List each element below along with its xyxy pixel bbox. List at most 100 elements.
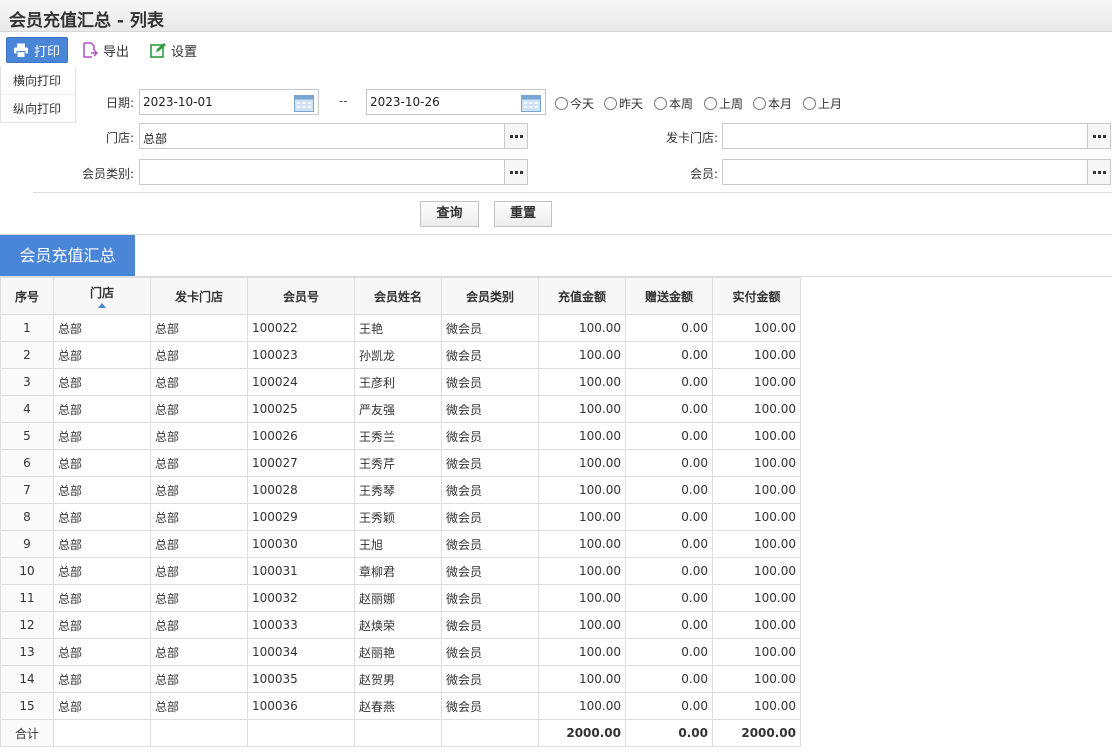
ellipsis-icon[interactable] (1087, 124, 1110, 148)
query-button[interactable]: 查询 (420, 201, 479, 227)
table-row[interactable]: 4 总部 总部 100025 严友强 微会员 100.00 0.00 100.00 (0, 395, 801, 423)
date-label: 日期: (105, 96, 134, 110)
table-cell: 100026 (247, 422, 355, 450)
section-tab[interactable]: 会员充值汇总 (0, 235, 135, 276)
col-header[interactable]: 序号 (0, 277, 54, 315)
total-bonus: 0.00 (625, 719, 713, 747)
store-value: 总部 (143, 132, 168, 146)
table-row[interactable]: 7 总部 总部 100028 王秀琴 微会员 100.00 0.00 100.00 (0, 476, 801, 504)
reset-button[interactable]: 重置 (494, 201, 552, 227)
table-cell: 100024 (247, 368, 355, 396)
table-cell (247, 719, 355, 747)
table-cell: 100027 (247, 449, 355, 477)
table-cell: 微会员 (441, 368, 539, 396)
table-row[interactable]: 9 总部 总部 100030 王旭 微会员 100.00 0.00 100.00 (0, 530, 801, 558)
radio-this-week[interactable]: 本周 (654, 95, 693, 112)
table-total-row: 合计 2000.00 0.00 2000.00 (0, 719, 801, 747)
export-button[interactable]: 导出 (76, 37, 135, 63)
date-from-field[interactable]: 2023-10-01 (139, 89, 319, 115)
table-cell: 微会员 (441, 395, 539, 423)
table-cell: 100.00 (712, 449, 801, 477)
col-header[interactable]: 发卡门店 (150, 277, 248, 315)
row-number: 5 (0, 422, 54, 450)
table-cell: 总部 (150, 692, 248, 720)
table-cell: 总部 (150, 422, 248, 450)
table-cell: 100.00 (538, 422, 626, 450)
ellipsis-icon[interactable] (504, 124, 527, 148)
export-icon (82, 42, 98, 58)
row-number: 2 (0, 341, 54, 369)
table-cell: 微会员 (441, 611, 539, 639)
table-cell: 总部 (150, 395, 248, 423)
card-store-field[interactable] (722, 123, 1111, 149)
table-cell: 微会员 (441, 530, 539, 558)
table-row[interactable]: 3 总部 总部 100024 王彦利 微会员 100.00 0.00 100.00 (0, 368, 801, 396)
table-cell: 0.00 (625, 503, 713, 531)
table-row[interactable]: 1 总部 总部 100022 王艳 微会员 100.00 0.00 100.00 (0, 314, 801, 342)
section-divider (0, 234, 1112, 235)
settings-button[interactable]: 设置 (144, 37, 203, 63)
table-row[interactable]: 12 总部 总部 100033 赵焕荣 微会员 100.00 0.00 100.00 (0, 611, 801, 639)
radio-last-month[interactable]: 上月 (803, 95, 842, 112)
table-row[interactable]: 11 总部 总部 100032 赵丽娜 微会员 100.00 0.00 100.00 (0, 584, 801, 612)
table-cell: 总部 (53, 638, 151, 666)
table-row[interactable]: 8 总部 总部 100029 王秀颖 微会员 100.00 0.00 100.00 (0, 503, 801, 531)
table-row[interactable]: 15 总部 总部 100036 赵春燕 微会员 100.00 0.00 100.00 (0, 692, 801, 720)
table-cell: 赵丽娜 (354, 584, 442, 612)
table-cell: 总部 (150, 638, 248, 666)
table-cell: 100.00 (712, 395, 801, 423)
col-header-sorted[interactable]: 门店 (53, 277, 151, 315)
calendar-icon[interactable] (294, 93, 314, 115)
row-number: 8 (0, 503, 54, 531)
table-row[interactable]: 13 总部 总部 100034 赵丽艳 微会员 100.00 0.00 100.00 (0, 638, 801, 666)
radio-today[interactable]: 今天 (555, 95, 594, 112)
radio-last-week[interactable]: 上周 (704, 95, 743, 112)
col-header[interactable]: 会员号 (247, 277, 355, 315)
table-row[interactable]: 14 总部 总部 100035 赵贺男 微会员 100.00 0.00 100.00 (0, 665, 801, 693)
member-field[interactable] (722, 159, 1111, 185)
col-header[interactable]: 会员姓名 (354, 277, 442, 315)
date-from-value: 2023-10-01 (143, 95, 213, 109)
radio-yesterday[interactable]: 昨天 (604, 95, 643, 112)
table-cell: 100.00 (712, 692, 801, 720)
print-button[interactable]: 打印 (6, 37, 68, 63)
col-header[interactable]: 赠送金额 (625, 277, 713, 315)
table-cell: 王旭 (354, 530, 442, 558)
ellipsis-icon[interactable] (504, 160, 527, 184)
table-cell: 100.00 (538, 368, 626, 396)
table-cell: 100.00 (712, 530, 801, 558)
table-cell: 0.00 (625, 395, 713, 423)
sort-asc-icon (98, 303, 106, 308)
table-cell: 总部 (53, 530, 151, 558)
ellipsis-icon[interactable] (1087, 160, 1110, 184)
table-cell: 微会员 (441, 665, 539, 693)
member-type-field[interactable] (139, 159, 528, 185)
date-to-field[interactable]: 2023-10-26 (366, 89, 546, 115)
col-header[interactable]: 实付金额 (712, 277, 801, 315)
edit-icon (150, 42, 166, 58)
table-cell: 100.00 (712, 341, 801, 369)
table-cell: 总部 (53, 449, 151, 477)
table-cell: 100030 (247, 530, 355, 558)
print-landscape-item[interactable]: 横向打印 (1, 67, 75, 95)
table-cell: 100.00 (538, 584, 626, 612)
table-row[interactable]: 10 总部 总部 100031 章柳君 微会员 100.00 0.00 100.00 (0, 557, 801, 585)
print-portrait-item[interactable]: 纵向打印 (1, 95, 75, 123)
store-field[interactable]: 总部 (139, 123, 528, 149)
table-cell: 100.00 (712, 503, 801, 531)
total-recharge: 2000.00 (538, 719, 626, 747)
table-cell: 100033 (247, 611, 355, 639)
table-row[interactable]: 6 总部 总部 100027 王秀芹 微会员 100.00 0.00 100.00 (0, 449, 801, 477)
table-row[interactable]: 2 总部 总部 100023 孙凯龙 微会员 100.00 0.00 100.00 (0, 341, 801, 369)
table-cell: 100.00 (538, 503, 626, 531)
radio-this-month[interactable]: 本月 (753, 95, 792, 112)
col-header[interactable]: 会员类别 (441, 277, 539, 315)
table-cell: 王秀颖 (354, 503, 442, 531)
print-button-label: 打印 (34, 44, 61, 60)
table-cell: 微会员 (441, 449, 539, 477)
row-number: 7 (0, 476, 54, 504)
col-header[interactable]: 充值金额 (538, 277, 626, 315)
table-cell: 总部 (53, 395, 151, 423)
table-row[interactable]: 5 总部 总部 100026 王秀兰 微会员 100.00 0.00 100.00 (0, 422, 801, 450)
calendar-icon[interactable] (521, 93, 541, 115)
